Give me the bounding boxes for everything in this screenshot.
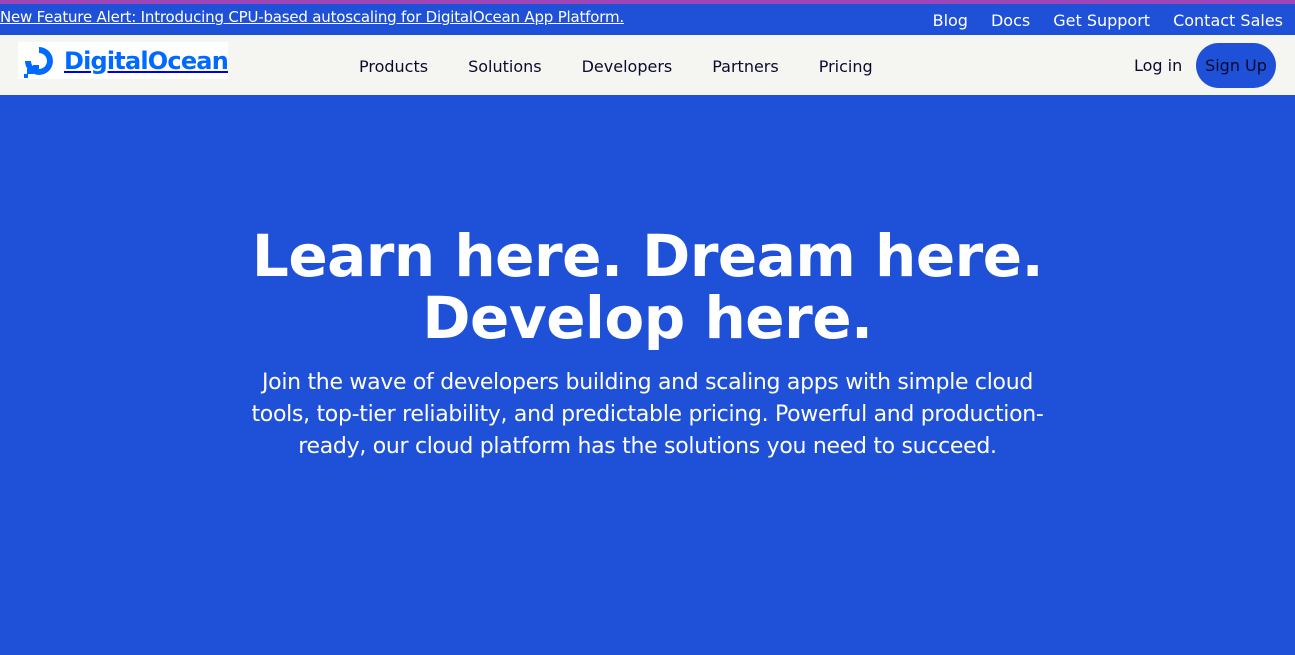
main-nav: DigitalOcean Products Solutions Develope… [0, 35, 1295, 95]
utility-nav: Blog Docs Get Support Contact Sales [933, 11, 1283, 30]
announcement-bar: New Feature Alert: Introducing CPU-based… [0, 4, 1295, 35]
menu-item-products[interactable]: Products [359, 57, 428, 76]
menu-item-developers[interactable]: Developers [582, 57, 673, 76]
hero-title-line-2: Develop here. [422, 284, 873, 352]
signup-button[interactable]: Sign Up [1196, 43, 1276, 88]
utility-nav-blog[interactable]: Blog [933, 11, 968, 30]
hero-subtitle: Join the wave of developers building and… [251, 370, 1044, 459]
menu-item-solutions[interactable]: Solutions [468, 57, 542, 76]
utility-nav-docs[interactable]: Docs [991, 11, 1030, 30]
hero-section: Learn here. Dream here. Develop here. Jo… [0, 95, 1295, 655]
announcement-link[interactable]: New Feature Alert: Introducing CPU-based… [0, 8, 624, 26]
logo-link[interactable]: DigitalOcean [18, 42, 229, 79]
logo-wordmark: DigitalOcean [63, 46, 229, 75]
hero-title: Learn here. Dream here. Develop here. [0, 225, 1295, 349]
digitalocean-logo-icon [23, 46, 53, 78]
hero-title-line-1: Learn here. Dream here. [251, 222, 1044, 290]
menu-item-pricing[interactable]: Pricing [819, 57, 873, 76]
primary-menu: Products Solutions Developers Partners P… [359, 57, 873, 76]
utility-nav-contact-sales[interactable]: Contact Sales [1173, 11, 1283, 30]
login-link[interactable]: Log in [1134, 56, 1182, 75]
menu-item-partners[interactable]: Partners [712, 57, 778, 76]
utility-nav-get-support[interactable]: Get Support [1053, 11, 1150, 30]
